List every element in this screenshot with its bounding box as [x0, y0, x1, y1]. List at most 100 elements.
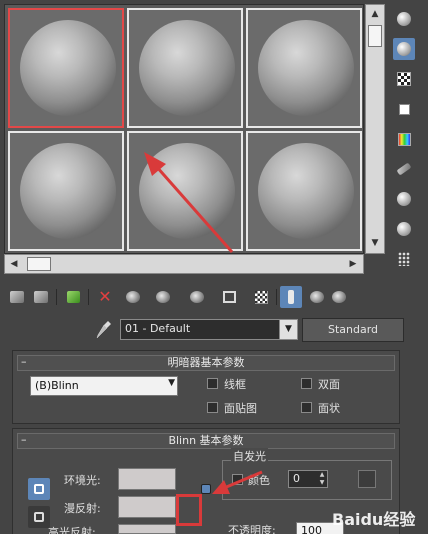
material-toolbar: ✕	[0, 282, 428, 312]
face-map-checkbox[interactable]	[207, 402, 218, 413]
diffuse-label: 漫反射:	[64, 502, 101, 515]
copy-material-button[interactable]	[122, 286, 144, 308]
tile-icon	[398, 103, 410, 115]
self-illum-color-checkbox[interactable]	[232, 474, 243, 485]
shader-type-dropdown[interactable]: (B)Blinn ▼	[30, 376, 178, 396]
collapse-minus-icon[interactable]: –	[21, 355, 27, 369]
self-illum-amount-value: 0	[293, 472, 300, 485]
uv-tiling-button[interactable]	[393, 98, 415, 120]
specular-color-swatch[interactable]	[118, 524, 176, 534]
toolbar-divider	[88, 289, 89, 305]
show-end-result-button[interactable]	[280, 286, 302, 308]
sample-sphere	[20, 20, 116, 116]
collapse-minus-icon[interactable]: –	[21, 433, 27, 447]
scroll-right-arrow-icon[interactable]: ▶	[347, 258, 359, 270]
baidu-watermark: Baidu经验	[332, 510, 416, 529]
chevron-down-icon: ▼	[168, 378, 175, 388]
material-slot-2[interactable]	[127, 8, 243, 128]
make-unique-button[interactable]	[152, 286, 174, 308]
backlight-button[interactable]	[393, 38, 415, 60]
self-illum-map-button[interactable]	[358, 470, 376, 488]
sample-sphere	[258, 20, 354, 116]
make-unique-icon	[156, 291, 170, 303]
get-material-button[interactable]	[6, 286, 28, 308]
material-name-field[interactable]: 01 - Default ▼	[120, 319, 298, 340]
sample-type-button[interactable]	[393, 8, 415, 30]
show-map-in-viewport-button[interactable]	[250, 286, 272, 308]
lock-icon	[34, 512, 44, 522]
material-type-button[interactable]: Standard	[302, 318, 404, 342]
diffuse-map-button[interactable]	[176, 494, 202, 526]
put-to-scene-button[interactable]	[30, 286, 52, 308]
toolbar-divider	[276, 289, 277, 305]
rollout-header[interactable]: – 明暗器基本参数	[17, 355, 395, 371]
specular-label: 高光反射:	[48, 526, 96, 534]
material-id-icon	[222, 291, 236, 303]
diffuse-color-swatch[interactable]	[118, 496, 176, 518]
sample-sphere	[20, 143, 116, 239]
put-to-library-button[interactable]	[186, 286, 208, 308]
material-slot-grid	[4, 4, 364, 254]
eyedropper-icon[interactable]	[96, 320, 112, 340]
preview-icon	[396, 162, 412, 176]
wire-label: 线框	[224, 378, 246, 391]
make-preview-button[interactable]	[393, 158, 415, 180]
put-to-library-icon	[190, 291, 204, 303]
scroll-down-arrow-icon[interactable]: ▼	[369, 237, 381, 249]
video-color-check-button[interactable]	[393, 128, 415, 150]
navigator-icon	[398, 252, 410, 266]
assign-to-selection-button[interactable]	[62, 286, 84, 308]
background-button[interactable]	[393, 68, 415, 90]
ambient-label: 环境光:	[64, 474, 101, 487]
go-to-sibling-icon	[332, 291, 346, 303]
material-slot-5[interactable]	[127, 131, 243, 251]
lock-icon	[34, 484, 44, 494]
scroll-left-arrow-icon[interactable]: ◀	[8, 258, 20, 270]
end-result-icon	[288, 290, 294, 304]
put-to-scene-icon	[34, 291, 48, 303]
material-slot-1[interactable]	[8, 8, 124, 128]
scroll-up-arrow-icon[interactable]: ▲	[369, 8, 381, 20]
material-navigator-button[interactable]	[393, 248, 415, 270]
reset-map-button[interactable]: ✕	[94, 286, 116, 308]
sample-sphere	[258, 143, 354, 239]
options-icon	[397, 192, 411, 206]
sphere-icon	[397, 12, 411, 26]
wire-checkbox[interactable]	[207, 378, 218, 389]
self-illum-amount-spinner[interactable]: 0 ▲ ▼	[288, 470, 328, 488]
backlight-icon	[397, 42, 411, 56]
face-map-label: 面贴图	[224, 402, 257, 415]
copy-material-icon	[126, 291, 140, 303]
ambient-color-swatch[interactable]	[118, 468, 176, 490]
chevron-down-icon[interactable]: ▼	[279, 320, 297, 339]
assign-icon	[66, 291, 80, 303]
slot-vertical-scrollbar[interactable]: ▲ ▼	[365, 4, 385, 254]
two-sided-checkbox[interactable]	[301, 378, 312, 389]
opacity-value: 100	[301, 524, 322, 534]
material-slot-6[interactable]	[246, 131, 362, 251]
go-to-parent-button[interactable]	[306, 286, 328, 308]
material-slot-3[interactable]	[246, 8, 362, 128]
material-name-value: 01 - Default	[125, 322, 191, 335]
material-slot-4[interactable]	[8, 131, 124, 251]
select-by-material-button[interactable]	[393, 218, 415, 240]
select-by-material-icon	[397, 222, 411, 236]
go-forward-to-sibling-button[interactable]	[328, 286, 350, 308]
lock-ambient-diffuse-button[interactable]	[28, 478, 50, 500]
spinner-arrows-icon[interactable]: ▲ ▼	[317, 471, 327, 487]
rollout-title: Blinn 基本参数	[168, 434, 244, 447]
options-button[interactable]	[393, 188, 415, 210]
shader-type-value: (B)Blinn	[35, 379, 79, 392]
faceted-checkbox[interactable]	[301, 402, 312, 413]
slot-horizontal-scrollbar[interactable]: ◀ ▶	[4, 254, 364, 274]
rollout-header[interactable]: – Blinn 基本参数	[17, 433, 395, 449]
material-id-channel-button[interactable]	[218, 286, 240, 308]
self-illum-color-label: 颜色	[248, 474, 270, 487]
ambient-map-button[interactable]	[201, 484, 211, 494]
show-map-icon	[254, 290, 268, 304]
lock-diffuse-specular-button[interactable]	[28, 506, 50, 528]
toolbar-divider	[56, 289, 57, 305]
scrollbar-thumb[interactable]	[368, 25, 382, 47]
slot-side-toolbar	[389, 4, 419, 274]
scrollbar-thumb[interactable]	[27, 257, 51, 271]
